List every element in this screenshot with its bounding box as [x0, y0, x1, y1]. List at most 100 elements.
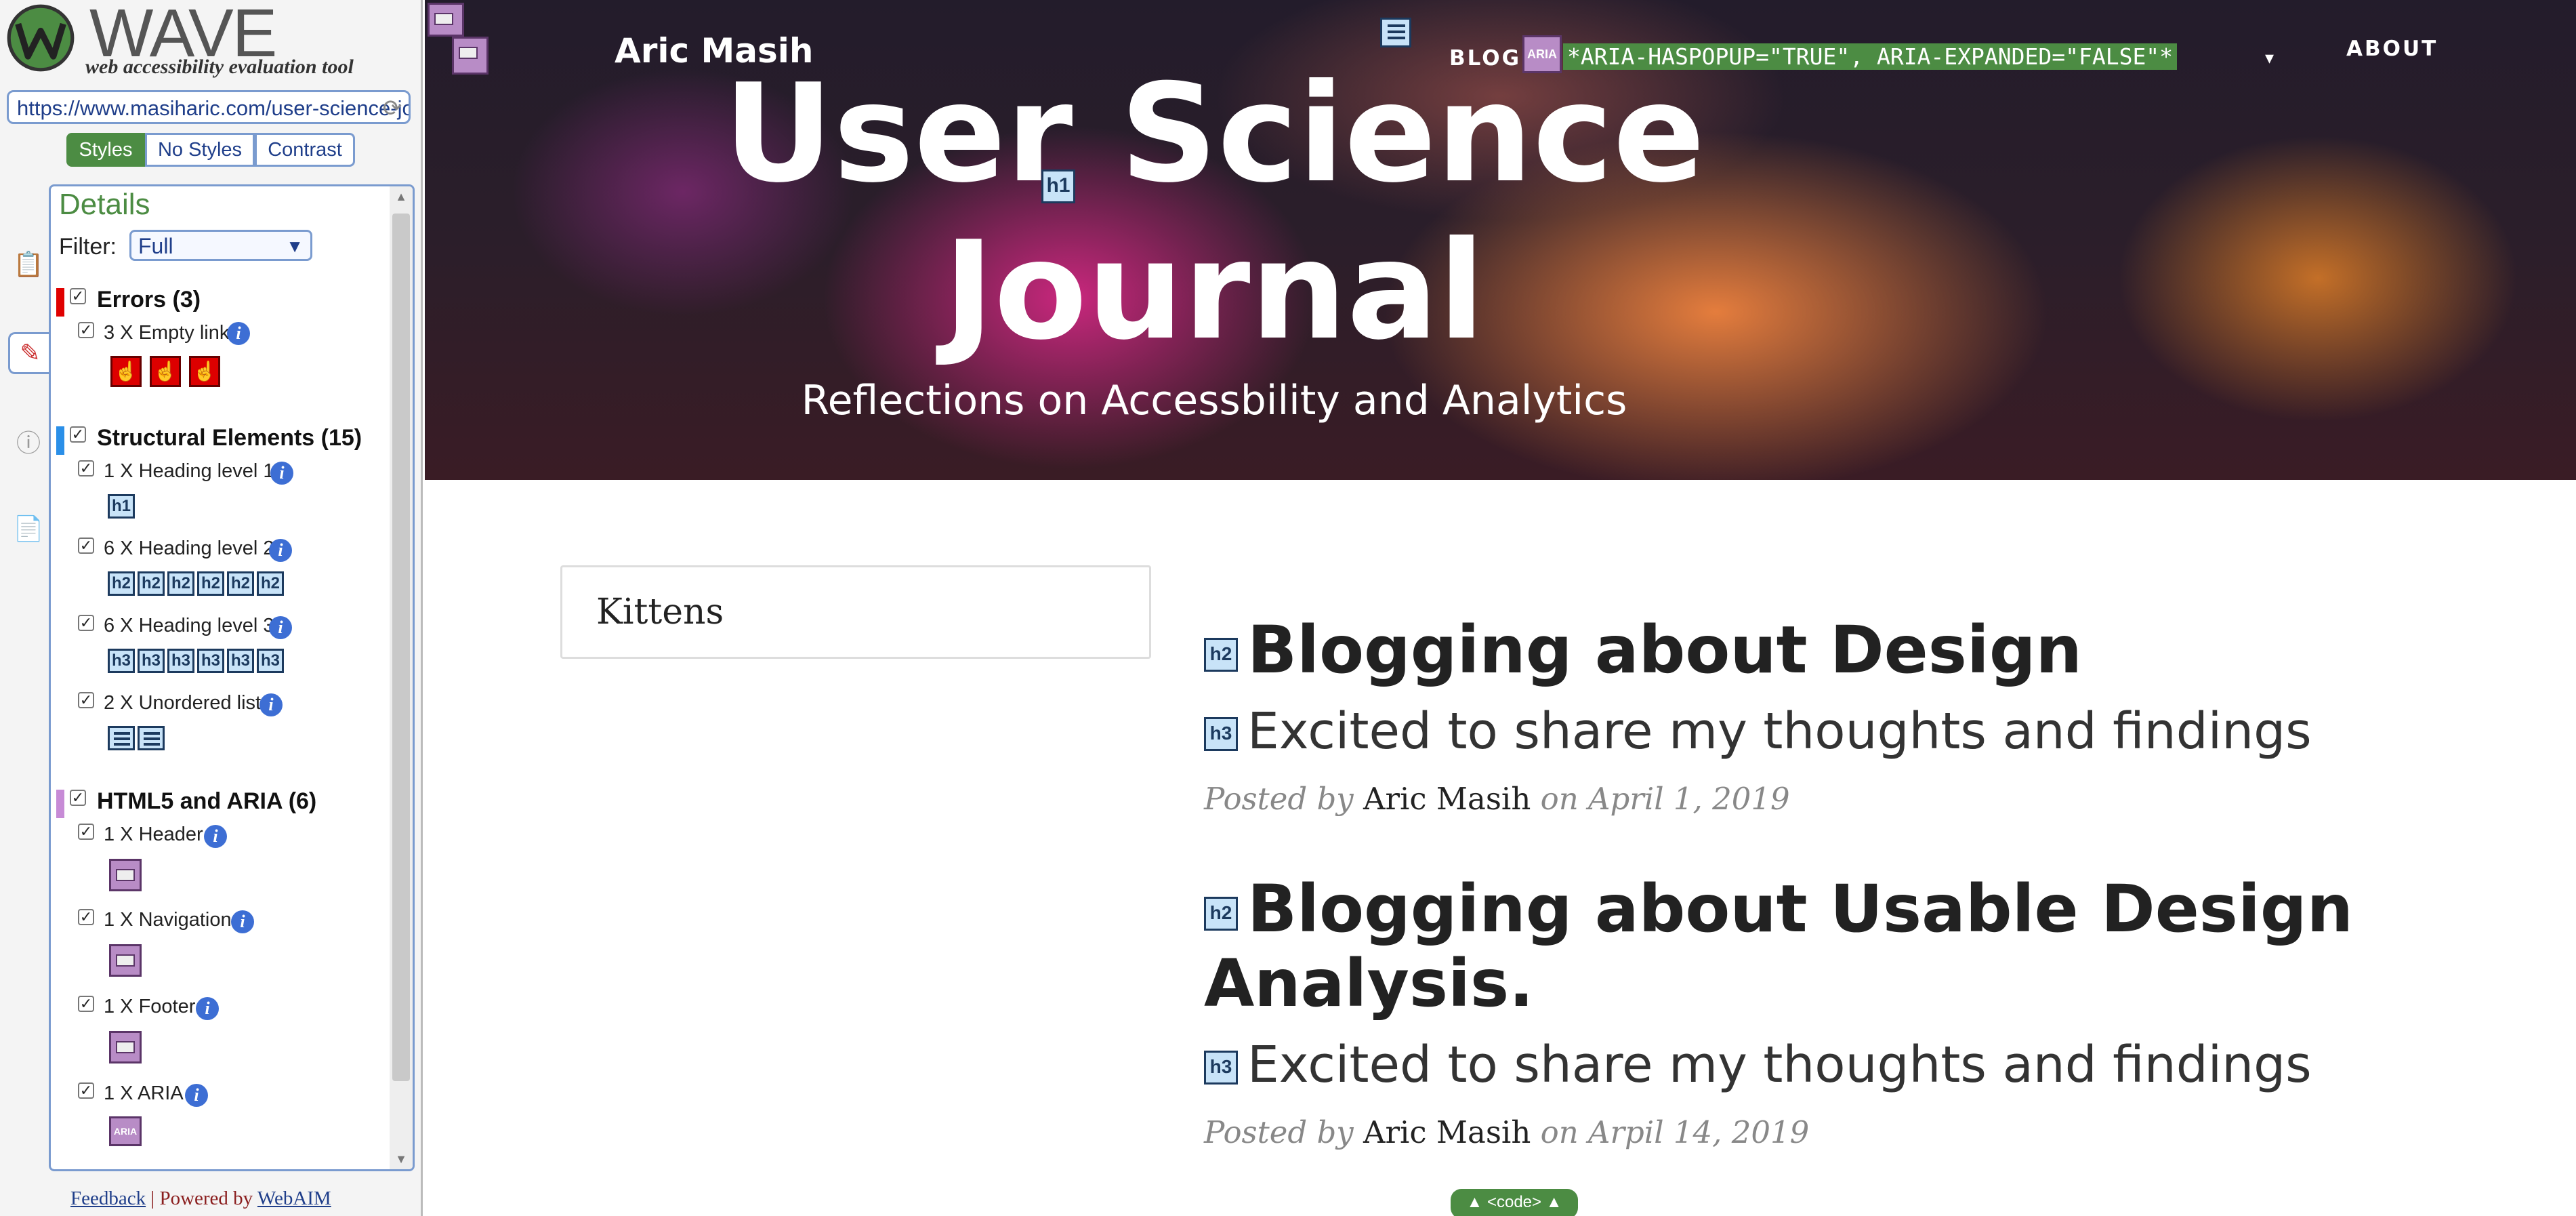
- footer-checkbox[interactable]: ✓: [78, 996, 94, 1012]
- header-region-icon[interactable]: [428, 3, 464, 37]
- errors-title: Errors (3): [97, 287, 201, 312]
- wave-logo-icon: [7, 4, 75, 72]
- info-icon[interactable]: i: [196, 997, 219, 1020]
- h2-badge-icon[interactable]: h2: [138, 571, 165, 596]
- scroll-up-icon[interactable]: ▲: [394, 189, 409, 204]
- post-date: on April 1, 2019: [1540, 781, 1790, 817]
- unordered-list-label: 2 X Unordered list: [104, 692, 262, 714]
- h2-badge-icon[interactable]: h2: [1204, 896, 1238, 931]
- empty-link-error-icon[interactable]: ☝: [189, 356, 220, 387]
- post-subtitle-text: Excited to share my thoughts and finding…: [1247, 702, 2312, 761]
- h3-badge-icon[interactable]: h3: [138, 649, 165, 673]
- empty-link-checkbox[interactable]: ✓: [78, 322, 94, 338]
- h3-badge-icon[interactable]: h3: [108, 649, 135, 673]
- post-subtitle: h3 Excited to share my thoughts and findi…: [1204, 702, 2312, 761]
- footer-separator: |: [150, 1188, 155, 1209]
- unordered-list-checkbox[interactable]: ✓: [78, 692, 94, 708]
- h2-badge-icon[interactable]: h2: [1204, 637, 1238, 672]
- h2-badge-icon[interactable]: h2: [257, 571, 284, 596]
- aria-checkbox[interactable]: ✓: [78, 1082, 94, 1099]
- filter-value: Full: [138, 234, 173, 258]
- h3-badge-icon[interactable]: h3: [257, 649, 284, 673]
- info-icon[interactable]: i: [269, 539, 292, 562]
- details-panel: Details Filter: Full ▼ ✓ Errors (3) ✓ 3 …: [49, 184, 415, 1171]
- h3-badge-icon[interactable]: h3: [1204, 717, 1238, 752]
- h3-badge-icon[interactable]: h3: [197, 649, 224, 673]
- filter-select[interactable]: Full ▼: [129, 230, 312, 261]
- details-title: Details: [59, 188, 150, 221]
- webaim-link[interactable]: WebAIM: [257, 1188, 331, 1209]
- styles-button[interactable]: Styles: [66, 133, 145, 167]
- post-title[interactable]: h2 Blogging about Usable Design Analysis.: [1204, 872, 2356, 1021]
- h2-badge-icon[interactable]: h2: [108, 571, 135, 596]
- info-icon[interactable]: i: [259, 693, 283, 716]
- wave-footer: Feedback | Powered by WebAIM: [70, 1188, 331, 1210]
- h3-badge-icon[interactable]: h3: [1204, 1051, 1238, 1085]
- footer-region-icon[interactable]: [109, 1031, 142, 1063]
- scroll-down-icon[interactable]: ▼: [394, 1152, 409, 1167]
- list-icon[interactable]: [108, 726, 135, 750]
- h2-badge-icon[interactable]: h2: [197, 571, 224, 596]
- h2-badge-icon[interactable]: h2: [227, 571, 254, 596]
- contrast-button[interactable]: Contrast: [255, 133, 355, 167]
- filter-label: Filter:: [59, 234, 117, 260]
- scrollbar-thumb[interactable]: [392, 214, 410, 1081]
- structural-checkbox[interactable]: ✓: [70, 426, 86, 443]
- info-icon[interactable]: i: [269, 616, 292, 639]
- reference-tab-icon[interactable]: ⓘ: [9, 424, 47, 462]
- post-title-text[interactable]: Blogging about Usable Design Analysis.: [1204, 871, 2353, 1021]
- search-input[interactable]: Kittens: [560, 565, 1151, 659]
- navigation-checkbox[interactable]: ✓: [78, 909, 94, 925]
- info-icon[interactable]: i: [270, 462, 293, 485]
- header-region-icon[interactable]: [109, 859, 142, 891]
- post-title-text[interactable]: Blogging about Design: [1247, 612, 2082, 688]
- empty-link-label: 3 X Empty link: [104, 322, 230, 344]
- h2-badge-icon[interactable]: h2: [167, 571, 194, 596]
- post-title[interactable]: h2 Blogging about Design: [1204, 613, 2356, 687]
- h3-badge-icon[interactable]: h3: [227, 649, 254, 673]
- details-tab-icon[interactable]: ✎: [8, 332, 50, 374]
- info-icon[interactable]: i: [204, 825, 227, 848]
- wave-subtitle: web accessibility evaluation tool: [85, 56, 354, 78]
- navigation-region-icon[interactable]: [109, 944, 142, 977]
- structural-color-bar: [56, 426, 64, 455]
- post-meta: Posted by Aric Masih on April 1, 2019: [1204, 781, 1790, 817]
- no-styles-button[interactable]: No Styles: [145, 133, 255, 167]
- heading3-label: 6 X Heading level 3: [104, 615, 274, 636]
- summary-tab-icon[interactable]: 📋: [9, 245, 47, 283]
- header-checkbox[interactable]: ✓: [78, 824, 94, 840]
- feedback-link[interactable]: Feedback: [70, 1188, 146, 1209]
- list-icon[interactable]: [1380, 18, 1411, 47]
- code-badge[interactable]: ▲ <code> ▲: [1451, 1189, 1578, 1216]
- aria-badge-icon[interactable]: ARIA: [109, 1116, 142, 1146]
- caret-down-icon[interactable]: ▾: [2265, 47, 2274, 68]
- details-scrollbar[interactable]: ▲ ▼: [390, 186, 413, 1169]
- page-title-line1: User Science: [723, 55, 1705, 213]
- info-icon[interactable]: i: [185, 1084, 208, 1107]
- html5-checkbox[interactable]: ✓: [70, 790, 86, 806]
- info-icon[interactable]: i: [231, 910, 254, 933]
- post-subtitle-text: Excited to share my thoughts and finding…: [1247, 1036, 2312, 1094]
- info-icon[interactable]: i: [227, 322, 250, 345]
- nav-about-link[interactable]: ABOUT: [2346, 37, 2438, 61]
- empty-link-error-icon[interactable]: ☝: [110, 356, 142, 387]
- heading3-checkbox[interactable]: ✓: [78, 615, 94, 631]
- page-title: User Science Journal: [425, 56, 2003, 370]
- post-subtitle: h3 Excited to share my thoughts and findi…: [1204, 1036, 2312, 1094]
- h1-badge-icon[interactable]: h1: [108, 494, 135, 519]
- posted-by-label: Posted by: [1204, 781, 1354, 817]
- post-author: Aric Masih: [1363, 781, 1531, 817]
- search-value: Kittens: [596, 592, 724, 632]
- empty-link-error-icon[interactable]: ☝: [150, 356, 181, 387]
- documentation-tab-icon[interactable]: 📄: [9, 510, 47, 548]
- page-title-line2: Journal: [943, 212, 1485, 370]
- html5-color-bar: [56, 790, 64, 818]
- url-input[interactable]: https://www.masiharic.com/user-science-j…: [7, 90, 411, 124]
- h3-badge-icon[interactable]: h3: [167, 649, 194, 673]
- list-icon[interactable]: [138, 726, 165, 750]
- heading1-checkbox[interactable]: ✓: [78, 460, 94, 477]
- errors-checkbox[interactable]: ✓: [70, 288, 86, 304]
- powered-by-text: Powered by: [159, 1188, 253, 1209]
- heading2-checkbox[interactable]: ✓: [78, 538, 94, 554]
- refresh-icon[interactable]: ⟳: [380, 96, 404, 121]
